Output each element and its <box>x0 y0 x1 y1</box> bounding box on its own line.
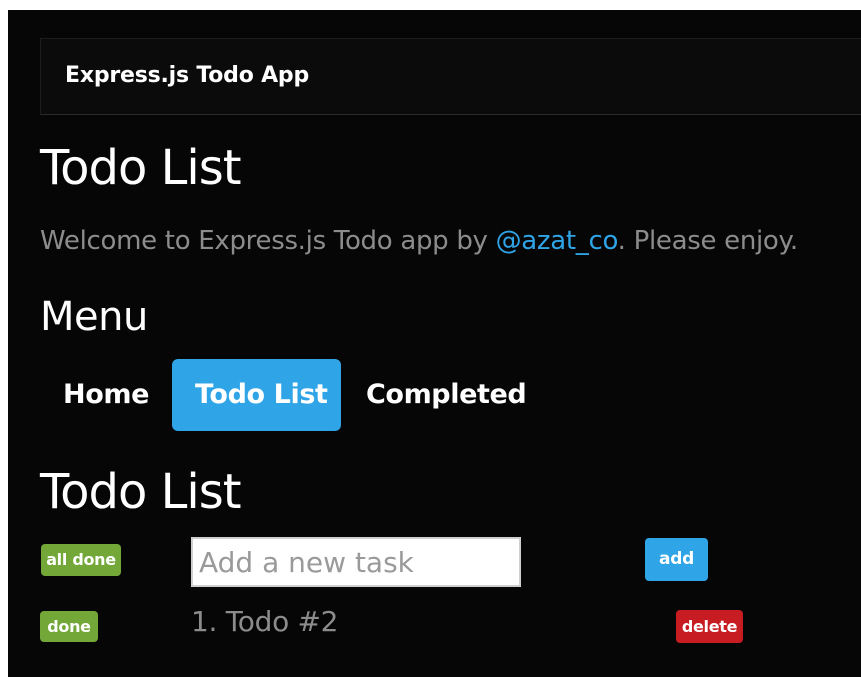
navbar: Express.js Todo App <box>40 38 861 115</box>
all-done-button[interactable]: all done <box>41 544 121 576</box>
author-link[interactable]: @azat_co <box>496 226 618 256</box>
todo-list-title: Todo List <box>40 464 242 520</box>
menu-title: Menu <box>40 294 148 340</box>
welcome-text-prefix: Welcome to Express.js Todo app by <box>40 226 496 256</box>
todo-done-button[interactable]: done <box>40 611 98 642</box>
welcome-text: Welcome to Express.js Todo app by @azat_… <box>40 226 798 256</box>
welcome-text-suffix: . Please enjoy. <box>617 226 799 256</box>
new-task-input[interactable] <box>191 537 521 587</box>
menu-item-todo-list[interactable]: Todo List <box>172 359 341 431</box>
add-task-button[interactable]: add <box>645 538 708 581</box>
navbar-brand[interactable]: Express.js Todo App <box>65 63 309 88</box>
todo-item-text: 1. Todo #2 <box>191 605 339 638</box>
menu-item-home[interactable]: Home <box>40 359 172 431</box>
page-title: Todo List <box>40 140 242 196</box>
menu-nav: Home Todo List Completed <box>40 359 549 431</box>
todo-delete-button[interactable]: delete <box>676 610 743 643</box>
menu-item-completed[interactable]: Completed <box>343 359 549 431</box>
app-window: Express.js Todo App Todo List Welcome to… <box>8 10 861 677</box>
